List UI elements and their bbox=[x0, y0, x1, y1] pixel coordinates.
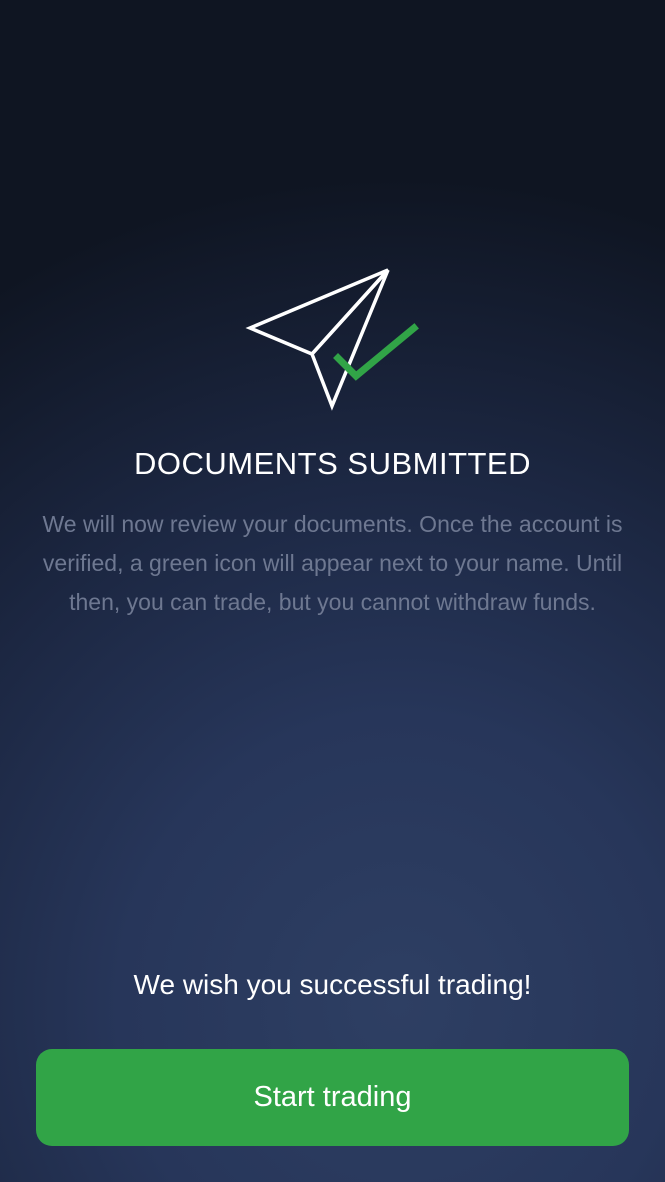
start-trading-button[interactable]: Start trading bbox=[36, 1049, 629, 1146]
documents-submitted-screen: DOCUMENTS SUBMITTED We will now review y… bbox=[0, 0, 665, 1182]
wish-text: We wish you successful trading! bbox=[133, 969, 532, 1000]
description-text: We will now review your documents. Once … bbox=[42, 511, 623, 615]
paper-plane-check-icon bbox=[240, 262, 425, 417]
page-title: DOCUMENTS SUBMITTED bbox=[134, 446, 531, 481]
